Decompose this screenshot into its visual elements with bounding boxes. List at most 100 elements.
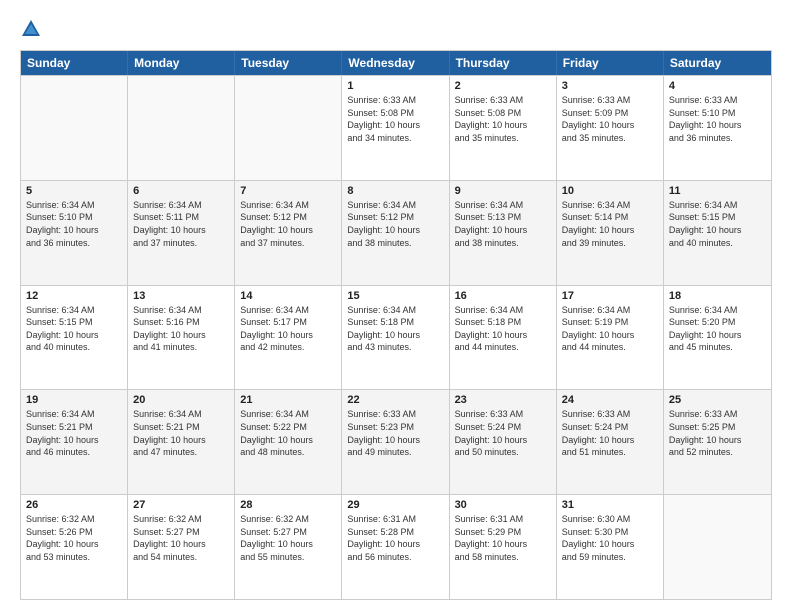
cell-info: Sunrise: 6:33 AM Sunset: 5:24 PM Dayligh… [455, 408, 551, 458]
cell-info: Sunrise: 6:34 AM Sunset: 5:12 PM Dayligh… [240, 199, 336, 249]
cell-info: Sunrise: 6:30 AM Sunset: 5:30 PM Dayligh… [562, 513, 658, 563]
calendar-cell: 5 Sunrise: 6:34 AM Sunset: 5:10 PM Daylig… [21, 181, 128, 285]
calendar-cell: 8 Sunrise: 6:34 AM Sunset: 5:12 PM Daylig… [342, 181, 449, 285]
calendar: SundayMondayTuesdayWednesdayThursdayFrid… [20, 50, 772, 600]
day-number: 22 [347, 394, 443, 406]
calendar-header: SundayMondayTuesdayWednesdayThursdayFrid… [21, 51, 771, 75]
calendar-cell [128, 76, 235, 180]
day-number: 11 [669, 185, 766, 197]
calendar-row: 5 Sunrise: 6:34 AM Sunset: 5:10 PM Daylig… [21, 180, 771, 285]
day-number: 25 [669, 394, 766, 406]
day-number: 21 [240, 394, 336, 406]
logo [20, 18, 46, 40]
cell-info: Sunrise: 6:34 AM Sunset: 5:21 PM Dayligh… [26, 408, 122, 458]
cell-info: Sunrise: 6:34 AM Sunset: 5:18 PM Dayligh… [347, 304, 443, 354]
calendar-cell: 18 Sunrise: 6:34 AM Sunset: 5:20 PM Dayli… [664, 286, 771, 390]
calendar-cell: 1 Sunrise: 6:33 AM Sunset: 5:08 PM Daylig… [342, 76, 449, 180]
day-number: 19 [26, 394, 122, 406]
day-number: 4 [669, 80, 766, 92]
cell-info: Sunrise: 6:31 AM Sunset: 5:28 PM Dayligh… [347, 513, 443, 563]
calendar-cell: 26Sunrise: 6:32 AM Sunset: 5:26 PM Dayli… [21, 495, 128, 599]
calendar-cell: 13 Sunrise: 6:34 AM Sunset: 5:16 PM Dayli… [128, 286, 235, 390]
day-number: 30 [455, 499, 551, 511]
calendar-cell: 21 Sunrise: 6:34 AM Sunset: 5:22 PM Dayli… [235, 390, 342, 494]
cell-info: Sunrise: 6:34 AM Sunset: 5:11 PM Dayligh… [133, 199, 229, 249]
calendar-row: 12Sunrise: 6:34 AM Sunset: 5:15 PM Dayli… [21, 285, 771, 390]
day-number: 29 [347, 499, 443, 511]
day-number: 5 [26, 185, 122, 197]
cell-info: Sunrise: 6:34 AM Sunset: 5:10 PM Dayligh… [26, 199, 122, 249]
day-number: 9 [455, 185, 551, 197]
calendar-cell: 14Sunrise: 6:34 AM Sunset: 5:17 PM Dayli… [235, 286, 342, 390]
day-number: 3 [562, 80, 658, 92]
calendar-row: 26Sunrise: 6:32 AM Sunset: 5:26 PM Dayli… [21, 494, 771, 599]
calendar-cell: 24 Sunrise: 6:33 AM Sunset: 5:24 PM Dayli… [557, 390, 664, 494]
day-number: 7 [240, 185, 336, 197]
calendar-cell: 11 Sunrise: 6:34 AM Sunset: 5:15 PM Dayli… [664, 181, 771, 285]
cell-info: Sunrise: 6:33 AM Sunset: 5:23 PM Dayligh… [347, 408, 443, 458]
calendar-cell: 15 Sunrise: 6:34 AM Sunset: 5:18 PM Dayli… [342, 286, 449, 390]
calendar-cell: 3 Sunrise: 6:33 AM Sunset: 5:09 PM Daylig… [557, 76, 664, 180]
cell-info: Sunrise: 6:32 AM Sunset: 5:27 PM Dayligh… [240, 513, 336, 563]
cell-info: Sunrise: 6:34 AM Sunset: 5:12 PM Dayligh… [347, 199, 443, 249]
weekday-header: Friday [557, 51, 664, 75]
calendar-cell: 16 Sunrise: 6:34 AM Sunset: 5:18 PM Dayli… [450, 286, 557, 390]
cell-info: Sunrise: 6:32 AM Sunset: 5:27 PM Dayligh… [133, 513, 229, 563]
cell-info: Sunrise: 6:34 AM Sunset: 5:18 PM Dayligh… [455, 304, 551, 354]
calendar-cell: 19 Sunrise: 6:34 AM Sunset: 5:21 PM Dayli… [21, 390, 128, 494]
cell-info: Sunrise: 6:33 AM Sunset: 5:09 PM Dayligh… [562, 94, 658, 144]
calendar-cell: 20 Sunrise: 6:34 AM Sunset: 5:21 PM Dayli… [128, 390, 235, 494]
cell-info: Sunrise: 6:32 AM Sunset: 5:26 PM Dayligh… [26, 513, 122, 563]
day-number: 16 [455, 290, 551, 302]
day-number: 24 [562, 394, 658, 406]
calendar-cell: 7 Sunrise: 6:34 AM Sunset: 5:12 PM Daylig… [235, 181, 342, 285]
cell-info: Sunrise: 6:34 AM Sunset: 5:19 PM Dayligh… [562, 304, 658, 354]
weekday-header: Saturday [664, 51, 771, 75]
calendar-cell [235, 76, 342, 180]
day-number: 12 [26, 290, 122, 302]
weekday-header: Tuesday [235, 51, 342, 75]
weekday-header: Thursday [450, 51, 557, 75]
calendar-body: 1 Sunrise: 6:33 AM Sunset: 5:08 PM Daylig… [21, 75, 771, 599]
calendar-cell: 29 Sunrise: 6:31 AM Sunset: 5:28 PM Dayli… [342, 495, 449, 599]
cell-info: Sunrise: 6:33 AM Sunset: 5:10 PM Dayligh… [669, 94, 766, 144]
cell-info: Sunrise: 6:33 AM Sunset: 5:24 PM Dayligh… [562, 408, 658, 458]
weekday-header: Monday [128, 51, 235, 75]
day-number: 20 [133, 394, 229, 406]
calendar-cell: 2Sunrise: 6:33 AM Sunset: 5:08 PM Daylig… [450, 76, 557, 180]
cell-info: Sunrise: 6:34 AM Sunset: 5:15 PM Dayligh… [669, 199, 766, 249]
calendar-cell: 4 Sunrise: 6:33 AM Sunset: 5:10 PM Daylig… [664, 76, 771, 180]
cell-info: Sunrise: 6:33 AM Sunset: 5:25 PM Dayligh… [669, 408, 766, 458]
day-number: 13 [133, 290, 229, 302]
weekday-header: Wednesday [342, 51, 449, 75]
calendar-row: 19 Sunrise: 6:34 AM Sunset: 5:21 PM Dayli… [21, 389, 771, 494]
day-number: 31 [562, 499, 658, 511]
calendar-cell [21, 76, 128, 180]
cell-info: Sunrise: 6:34 AM Sunset: 5:21 PM Dayligh… [133, 408, 229, 458]
calendar-cell: 17Sunrise: 6:34 AM Sunset: 5:19 PM Dayli… [557, 286, 664, 390]
calendar-cell: 6Sunrise: 6:34 AM Sunset: 5:11 PM Daylig… [128, 181, 235, 285]
day-number: 1 [347, 80, 443, 92]
calendar-cell: 22 Sunrise: 6:33 AM Sunset: 5:23 PM Dayli… [342, 390, 449, 494]
cell-info: Sunrise: 6:34 AM Sunset: 5:16 PM Dayligh… [133, 304, 229, 354]
calendar-cell: 28Sunrise: 6:32 AM Sunset: 5:27 PM Dayli… [235, 495, 342, 599]
calendar-cell: 9 Sunrise: 6:34 AM Sunset: 5:13 PM Daylig… [450, 181, 557, 285]
day-number: 15 [347, 290, 443, 302]
cell-info: Sunrise: 6:34 AM Sunset: 5:20 PM Dayligh… [669, 304, 766, 354]
day-number: 8 [347, 185, 443, 197]
day-number: 10 [562, 185, 658, 197]
day-number: 27 [133, 499, 229, 511]
weekday-header: Sunday [21, 51, 128, 75]
calendar-cell: 10Sunrise: 6:34 AM Sunset: 5:14 PM Dayli… [557, 181, 664, 285]
day-number: 18 [669, 290, 766, 302]
cell-info: Sunrise: 6:34 AM Sunset: 5:17 PM Dayligh… [240, 304, 336, 354]
day-number: 23 [455, 394, 551, 406]
cell-info: Sunrise: 6:34 AM Sunset: 5:22 PM Dayligh… [240, 408, 336, 458]
cell-info: Sunrise: 6:33 AM Sunset: 5:08 PM Dayligh… [347, 94, 443, 144]
cell-info: Sunrise: 6:34 AM Sunset: 5:13 PM Dayligh… [455, 199, 551, 249]
calendar-cell [664, 495, 771, 599]
header [20, 18, 772, 40]
calendar-cell: 23 Sunrise: 6:33 AM Sunset: 5:24 PM Dayli… [450, 390, 557, 494]
cell-info: Sunrise: 6:31 AM Sunset: 5:29 PM Dayligh… [455, 513, 551, 563]
logo-icon [20, 18, 42, 40]
